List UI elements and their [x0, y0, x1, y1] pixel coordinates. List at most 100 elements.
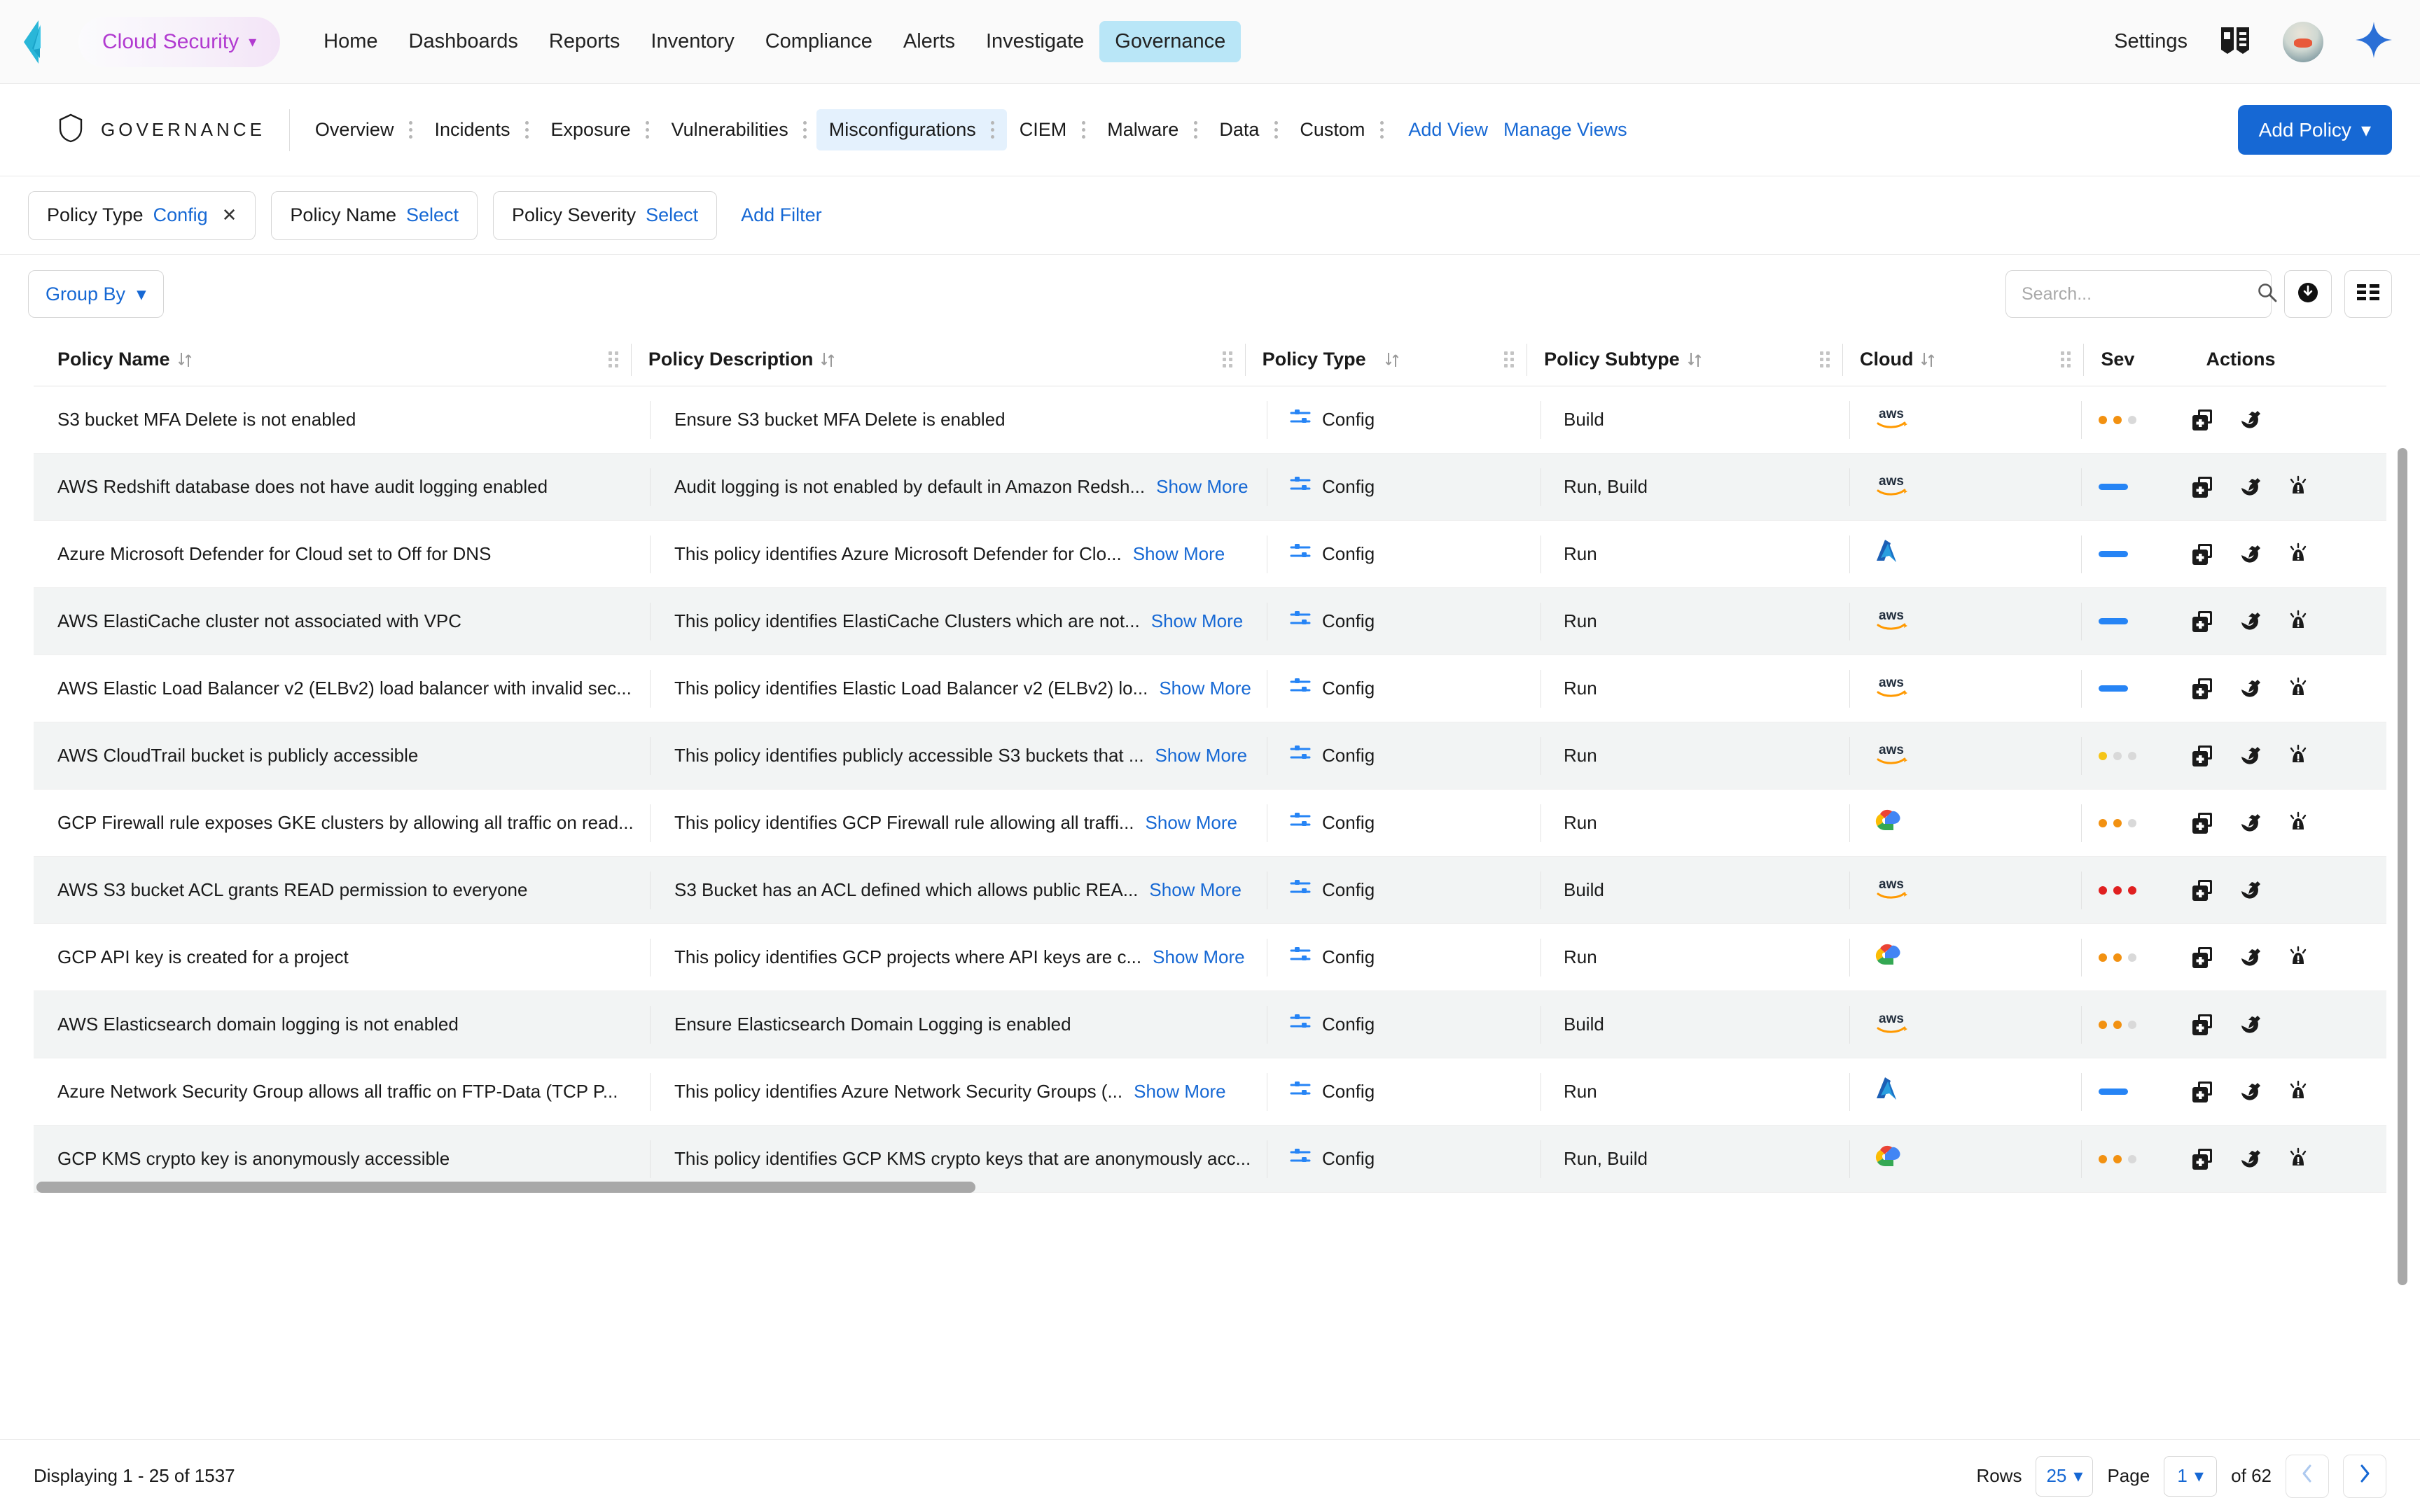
duplicate-icon[interactable] [2190, 1079, 2216, 1105]
tab-data-menu-icon[interactable] [1272, 121, 1287, 139]
cell-policy-name[interactable]: Azure Microsoft Defender for Cloud set t… [34, 521, 650, 587]
show-more-link[interactable]: Show More [1151, 610, 1244, 632]
tab-vulnerabilities-menu-icon[interactable] [801, 121, 816, 139]
table-row[interactable]: AWS S3 bucket ACL grants READ permission… [34, 857, 2386, 924]
filter-chip-policy-name[interactable]: Policy Name Select [271, 190, 478, 240]
alert-icon[interactable] [2285, 676, 2311, 702]
edit-icon[interactable] [2237, 676, 2264, 702]
edit-icon[interactable] [2237, 1146, 2264, 1172]
vertical-scrollbar[interactable] [2398, 448, 2407, 1358]
show-more-link[interactable]: Show More [1133, 543, 1225, 565]
duplicate-icon[interactable] [2190, 944, 2216, 971]
edit-icon[interactable] [2237, 608, 2264, 635]
column-header-policy-type[interactable]: Policy Type [1263, 333, 1527, 386]
column-header-cloud[interactable]: Cloud [1860, 333, 2083, 386]
duplicate-icon[interactable] [2190, 676, 2216, 702]
edit-icon[interactable] [2237, 474, 2264, 500]
tab-data[interactable]: Data [1206, 109, 1287, 150]
cell-policy-name[interactable]: S3 bucket MFA Delete is not enabled [34, 386, 650, 453]
column-resize-grip[interactable] [2061, 351, 2073, 368]
app-switcher[interactable]: Cloud Security ▾ [78, 16, 281, 67]
cell-policy-name[interactable]: GCP Firewall rule exposes GKE clusters b… [34, 790, 650, 856]
alert-icon[interactable] [2285, 1079, 2311, 1105]
duplicate-icon[interactable] [2190, 877, 2216, 904]
sort-icon[interactable] [177, 351, 193, 369]
search-box[interactable] [2005, 270, 2306, 318]
filter-value[interactable]: Select [646, 204, 698, 226]
tab-malware[interactable]: Malware [1094, 109, 1206, 150]
nav-item-investigate[interactable]: Investigate [971, 21, 1099, 62]
nav-item-inventory[interactable]: Inventory [635, 21, 749, 62]
tab-incidents[interactable]: Incidents [422, 109, 538, 150]
horizontal-scrollbar-thumb[interactable] [36, 1182, 975, 1193]
duplicate-icon[interactable] [2190, 474, 2216, 500]
close-icon[interactable]: ✕ [222, 204, 237, 226]
cell-policy-name[interactable]: AWS CloudTrail bucket is publicly access… [34, 722, 650, 789]
next-page-button[interactable] [2343, 1454, 2386, 1498]
group-by-button[interactable]: Group By ▾ [28, 270, 164, 318]
rows-per-page-select[interactable]: 25 ▾ [2036, 1455, 2094, 1497]
avatar[interactable] [2283, 21, 2323, 62]
tab-incidents-menu-icon[interactable] [523, 121, 538, 139]
cell-policy-name[interactable]: AWS S3 bucket ACL grants READ permission… [34, 857, 650, 923]
add-filter-link[interactable]: Add Filter [741, 204, 822, 226]
duplicate-icon[interactable] [2190, 810, 2216, 836]
search-input[interactable] [2022, 284, 2247, 304]
add-view-link[interactable]: Add View [1408, 119, 1488, 141]
tab-misconfigurations-menu-icon[interactable] [989, 121, 1004, 139]
table-row[interactable]: AWS CloudTrail bucket is publicly access… [34, 722, 2386, 790]
edit-icon[interactable] [2237, 407, 2264, 433]
settings-link[interactable]: Settings [2114, 30, 2188, 53]
filter-value[interactable]: Select [406, 204, 459, 226]
column-header-severity[interactable]: Sev [2101, 333, 2182, 386]
alert-icon[interactable] [2285, 810, 2311, 836]
cell-policy-name[interactable]: AWS Elasticsearch domain logging is not … [34, 991, 650, 1058]
alert-icon[interactable] [2285, 1146, 2311, 1172]
duplicate-icon[interactable] [2190, 1011, 2216, 1038]
sort-icon[interactable] [1384, 351, 1400, 369]
column-settings-button[interactable] [2344, 270, 2392, 318]
table-row[interactable]: AWS ElastiCache cluster not associated w… [34, 588, 2386, 655]
tab-exposure-menu-icon[interactable] [644, 121, 659, 139]
alert-icon[interactable] [2285, 541, 2311, 568]
filter-chip-policy-severity[interactable]: Policy Severity Select [493, 190, 718, 240]
column-header-policy-description[interactable]: Policy Description [648, 333, 1245, 386]
sparkle-icon[interactable] [2356, 22, 2392, 62]
nav-item-dashboards[interactable]: Dashboards [394, 21, 534, 62]
show-more-link[interactable]: Show More [1155, 745, 1248, 766]
edit-icon[interactable] [2237, 541, 2264, 568]
alert-icon[interactable] [2285, 743, 2311, 769]
duplicate-icon[interactable] [2190, 541, 2216, 568]
show-more-link[interactable]: Show More [1146, 812, 1238, 834]
filter-chip-policy-type[interactable]: Policy Type Config ✕ [28, 190, 256, 240]
sort-icon[interactable] [1687, 351, 1702, 369]
column-resize-grip[interactable] [1222, 351, 1235, 368]
sort-icon[interactable] [820, 351, 835, 369]
tab-custom-menu-icon[interactable] [1377, 121, 1393, 139]
previous-page-button[interactable] [2286, 1454, 2329, 1498]
alert-icon[interactable] [2285, 944, 2311, 971]
search-icon[interactable] [2257, 282, 2278, 307]
cell-policy-name[interactable]: GCP API key is created for a project [34, 924, 650, 990]
duplicate-icon[interactable] [2190, 608, 2216, 635]
tab-custom[interactable]: Custom [1287, 109, 1393, 150]
alert-icon[interactable] [2285, 474, 2311, 500]
manage-views-link[interactable]: Manage Views [1503, 119, 1627, 141]
edit-icon[interactable] [2237, 743, 2264, 769]
horizontal-scrollbar[interactable] [36, 1182, 2384, 1193]
nav-item-reports[interactable]: Reports [534, 21, 636, 62]
show-more-link[interactable]: Show More [1153, 946, 1245, 968]
sort-icon[interactable] [1920, 351, 1935, 369]
column-resize-grip[interactable] [1504, 351, 1517, 368]
tab-overview-menu-icon[interactable] [406, 121, 422, 139]
vertical-scrollbar-thumb[interactable] [2398, 448, 2407, 1285]
table-row[interactable]: AWS Elasticsearch domain logging is not … [34, 991, 2386, 1058]
book-icon[interactable] [2220, 26, 2251, 57]
tab-ciem-menu-icon[interactable] [1079, 121, 1094, 139]
cell-policy-name[interactable]: AWS Redshift database does not have audi… [34, 454, 650, 520]
alert-icon[interactable] [2285, 608, 2311, 635]
column-resize-grip[interactable] [1820, 351, 1833, 368]
column-resize-grip[interactable] [608, 351, 621, 368]
show-more-link[interactable]: Show More [1159, 678, 1251, 699]
page-select[interactable]: 1 ▾ [2164, 1455, 2218, 1497]
